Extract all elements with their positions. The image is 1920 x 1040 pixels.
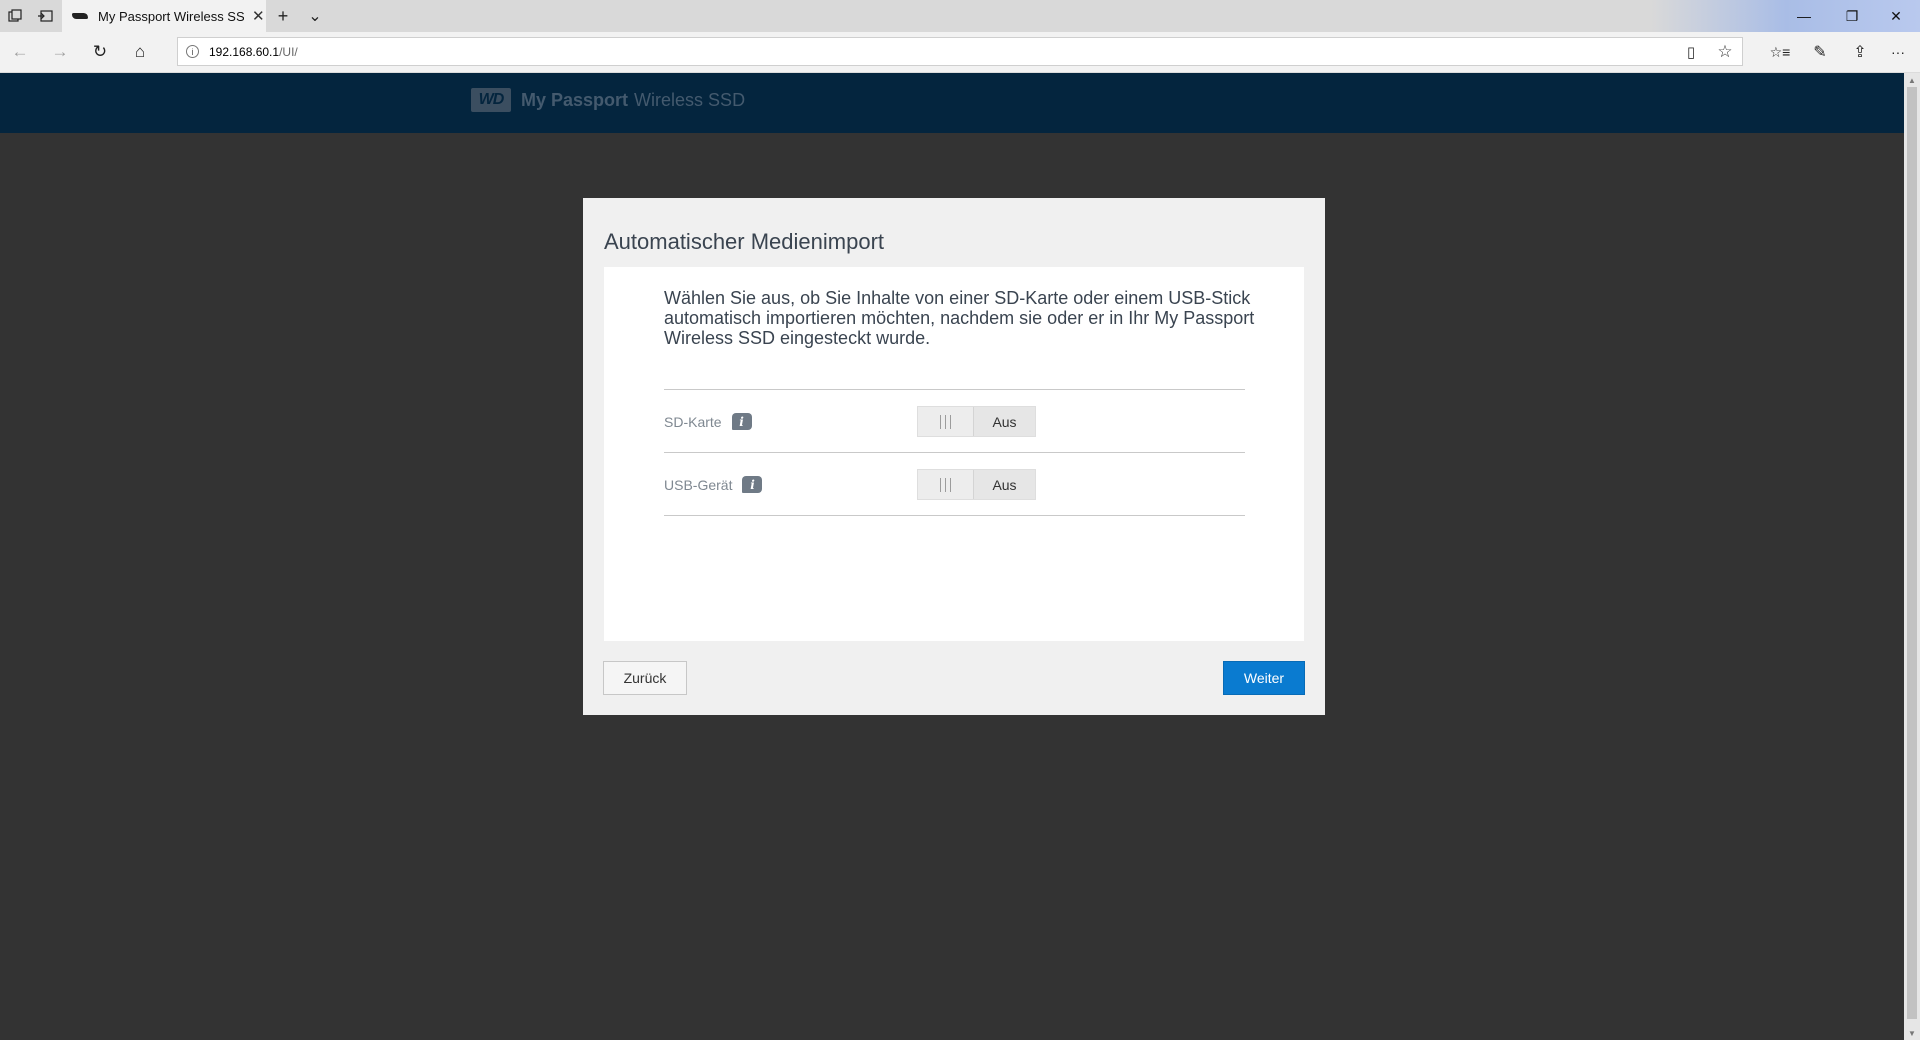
dialog-title: Automatischer Medienimport xyxy=(604,229,885,254)
usb-device-toggle[interactable]: Aus xyxy=(917,469,1036,500)
browser-toolbar: ← → ↻ ⌂ i 192.168.60.1/UI/ ▯ ☆ ☆≡ ✎ ⇪ ··… xyxy=(0,32,1920,73)
url-host: 192.168.60.1 xyxy=(209,44,280,59)
site-favicon-icon xyxy=(72,13,88,19)
home-icon[interactable]: ⌂ xyxy=(120,32,160,72)
page-scrollbar[interactable]: ▲ ▼ xyxy=(1904,73,1920,1040)
scroll-up-icon[interactable]: ▲ xyxy=(1904,74,1920,86)
wd-logo: WD xyxy=(471,88,511,112)
usb-device-label: USB-Gerät xyxy=(664,476,733,493)
auto-import-dialog: Automatischer Medienimport Wählen Sie au… xyxy=(583,198,1325,715)
favorite-star-icon[interactable]: ☆ xyxy=(1710,38,1740,65)
brand: WD My Passport Wireless SSD xyxy=(471,88,745,112)
reading-view-icon[interactable]: ▯ xyxy=(1676,38,1706,65)
setting-row-usb-device: USB-Gerät i Aus xyxy=(664,453,1245,516)
sd-card-label: SD-Karte xyxy=(664,413,722,430)
share-icon[interactable]: ⇪ xyxy=(1840,32,1880,72)
brand-name-light: Wireless SSD xyxy=(634,89,746,110)
tab-close-icon[interactable]: ✕ xyxy=(252,7,265,25)
minimize-icon[interactable]: — xyxy=(1780,0,1828,32)
more-icon[interactable]: ··· xyxy=(1878,32,1918,72)
setting-label: USB-Gerät i xyxy=(664,476,763,493)
url-text: 192.168.60.1/UI/ xyxy=(209,45,298,59)
back-icon[interactable]: ← xyxy=(0,32,40,72)
new-tab-icon[interactable]: + xyxy=(268,0,298,32)
toggle-handle[interactable] xyxy=(918,407,974,436)
scroll-down-icon[interactable]: ▼ xyxy=(1904,1027,1920,1039)
sd-card-toggle-state: Aus xyxy=(992,413,1017,430)
usb-device-info-icon[interactable]: i xyxy=(742,476,763,493)
next-button[interactable]: Weiter xyxy=(1223,661,1305,695)
address-bar[interactable]: i 192.168.60.1/UI/ ▯ ☆ xyxy=(177,37,1743,66)
settings-list: SD-Karte i Aus USB-Gerät i Aus xyxy=(664,389,1245,516)
set-aside-tabs-icon[interactable] xyxy=(30,0,60,32)
sd-card-info-icon[interactable]: i xyxy=(731,413,752,430)
toggle-handle[interactable] xyxy=(918,470,974,499)
tab-title: My Passport Wireless SSD xyxy=(98,8,244,24)
url-path: /UI/ xyxy=(279,44,298,59)
refresh-icon[interactable]: ↻ xyxy=(80,32,120,72)
setting-row-sd-card: SD-Karte i Aus xyxy=(664,390,1245,453)
notes-pen-icon[interactable]: ✎ xyxy=(1800,32,1840,72)
window-close-icon[interactable]: ✕ xyxy=(1872,0,1920,32)
brand-name-bold: My Passport xyxy=(521,89,629,110)
dialog-description: Wählen Sie aus, ob Sie Inhalte von einer… xyxy=(664,288,1255,348)
forward-icon[interactable]: → xyxy=(40,32,80,72)
page: WD My Passport Wireless SSD Automatische… xyxy=(0,73,1904,1040)
dialog-body: Wählen Sie aus, ob Sie Inhalte von einer… xyxy=(604,267,1304,641)
tab-strip: My Passport Wireless SSD ✕ + ⌄ — ❐ ✕ xyxy=(0,0,1920,32)
favorites-hub-icon[interactable]: ☆≡ xyxy=(1760,32,1800,72)
browser-tab[interactable]: My Passport Wireless SSD ✕ xyxy=(62,0,266,32)
restore-icon[interactable]: ❐ xyxy=(1828,0,1876,32)
setting-label: SD-Karte i xyxy=(664,413,752,430)
tab-actions-icon[interactable] xyxy=(0,0,30,32)
tab-list-chevron-icon[interactable]: ⌄ xyxy=(300,0,330,32)
sd-card-toggle[interactable]: Aus xyxy=(917,406,1036,437)
app-header: WD My Passport Wireless SSD xyxy=(0,73,1904,133)
site-info-icon[interactable]: i xyxy=(186,45,199,58)
scrollbar-thumb[interactable] xyxy=(1907,87,1917,1019)
back-button[interactable]: Zurück xyxy=(603,661,687,695)
usb-device-toggle-state: Aus xyxy=(992,476,1017,493)
